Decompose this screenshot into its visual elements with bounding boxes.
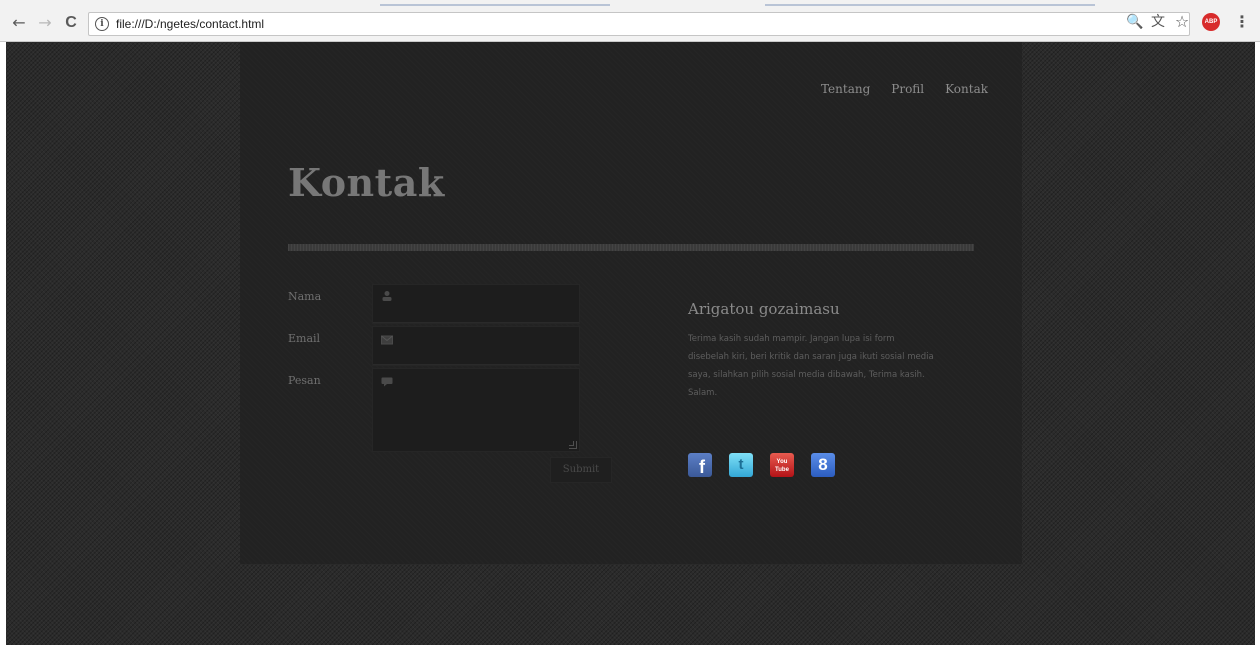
field-underline [373,322,579,323]
name-label: Nama [288,290,322,303]
twitter-icon[interactable]: t [729,453,753,477]
facebook-glyph: f [699,457,705,477]
name-field[interactable] [372,284,580,324]
forward-icon[interactable]: → [36,14,54,32]
speech-bubble-icon [381,377,393,389]
email-field[interactable] [372,326,580,366]
twitter-glyph: t [738,456,744,473]
field-underline [373,364,579,365]
thanks-heading: Arigatou gozaimasu [688,300,840,318]
zoom-icon[interactable]: 🔍 [1126,14,1143,30]
reload-icon[interactable]: C [62,14,80,32]
tab-indicator [380,4,610,6]
star-icon[interactable]: ☆ [1174,14,1190,30]
nav-item-tentang[interactable]: Tentang [821,82,870,96]
user-icon [381,290,393,302]
tab-strip [0,0,1260,8]
info-icon[interactable]: i [95,17,109,31]
message-textarea[interactable] [372,368,580,452]
email-label: Email [288,332,321,345]
adblock-plus-icon[interactable]: ABP [1202,13,1220,31]
tab-indicator [765,4,1095,6]
nav-item-kontak[interactable]: Kontak [945,82,988,96]
google-plus-icon[interactable]: 8 [811,453,835,477]
resize-handle-icon[interactable] [569,441,577,449]
main-nav: Tentang Profil Kontak [800,82,988,96]
message-label: Pesan [288,374,321,387]
translate-icon[interactable]: 文 [1150,14,1166,30]
google-glyph: 8 [818,455,828,474]
submit-button[interactable]: Submit [550,457,612,483]
youtube-glyph: You Tube [775,459,789,473]
browser-toolbar: ← → C i file:///D:/ngetes/contact.html 🔍… [0,0,1260,42]
thanks-text: Terima kasih sudah mampir. Jangan lupa i… [688,334,934,398]
divider [288,244,974,251]
envelope-icon [381,335,393,347]
youtube-icon[interactable]: You Tube [770,453,794,477]
nav-item-profil[interactable]: Profil [891,82,924,96]
content-container: Tentang Profil Kontak Kontak Nama Email … [240,42,1022,564]
back-icon[interactable]: ← [10,14,28,32]
page-title: Kontak [288,160,445,205]
facebook-icon[interactable]: f [688,453,712,477]
address-url[interactable]: file:///D:/ngetes/contact.html [116,17,264,31]
menu-icon[interactable]: ⋮ [1234,12,1250,32]
address-bar[interactable]: i file:///D:/ngetes/contact.html [88,12,1190,36]
page-viewport: Tentang Profil Kontak Kontak Nama Email … [6,42,1255,645]
